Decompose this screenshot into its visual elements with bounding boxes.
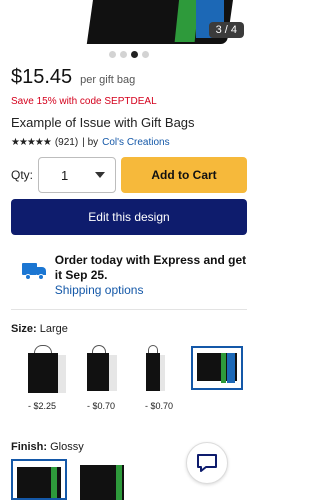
carousel-dot[interactable] [109, 51, 116, 58]
size-option-price: - $0.70 [145, 401, 174, 411]
shipping-info: Order today with Express and get it Sep … [22, 253, 252, 298]
size-value: Large [39, 323, 68, 335]
carousel-dot[interactable] [120, 51, 127, 58]
finish-value: Glossy [50, 441, 84, 453]
divider [11, 309, 247, 310]
edit-design-button[interactable]: Edit this design [11, 199, 247, 235]
chat-button[interactable] [186, 442, 228, 484]
add-to-cart-button[interactable]: Add to Cart [121, 157, 247, 193]
size-option-1[interactable] [24, 345, 74, 393]
image-counter: 3 / 4 [208, 22, 244, 38]
size-option-2[interactable] [82, 345, 132, 393]
price: $15.45 [11, 66, 73, 88]
price-unit: per gift bag [80, 74, 136, 86]
price-row: $15.45 per gift bag [11, 66, 135, 89]
chat-bubble-icon [197, 454, 217, 472]
shipping-options-link[interactable]: Shipping options [55, 283, 252, 298]
size-option-selected[interactable] [191, 346, 243, 390]
carousel-dots [0, 51, 258, 58]
creator-link[interactable]: Col's Creations [102, 137, 170, 148]
size-label: Size: Large [11, 323, 68, 335]
star-rating-icon[interactable]: ★★★★★ [11, 137, 52, 148]
qty-label: Qty: [11, 168, 34, 182]
carousel-dot-active[interactable] [131, 51, 138, 58]
product-title: Example of Issue with Gift Bags [11, 115, 195, 130]
size-option-price: - $2.25 [28, 401, 57, 411]
promo-text: Save 15% with code SEPTDEAL [11, 96, 157, 107]
product-image[interactable]: 3 / 4 [0, 0, 258, 46]
review-count[interactable]: (921) [55, 137, 78, 148]
finish-label: Finish: Glossy [11, 441, 84, 453]
shipping-headline: Order today with Express and get it Sep … [54, 253, 247, 282]
chevron-down-icon [95, 172, 105, 178]
rating-row: ★★★★★ (921) | by Col's Creations [11, 137, 170, 148]
size-option-price: - $0.70 [87, 401, 116, 411]
carousel-dot[interactable] [142, 51, 149, 58]
size-option-3[interactable] [142, 345, 192, 393]
truck-icon [22, 261, 46, 283]
by-label: | by [82, 137, 99, 148]
finish-option-2[interactable] [74, 461, 130, 500]
qty-value: 1 [61, 167, 69, 183]
finish-option-glossy[interactable] [11, 459, 67, 500]
qty-select[interactable]: 1 [38, 157, 116, 193]
